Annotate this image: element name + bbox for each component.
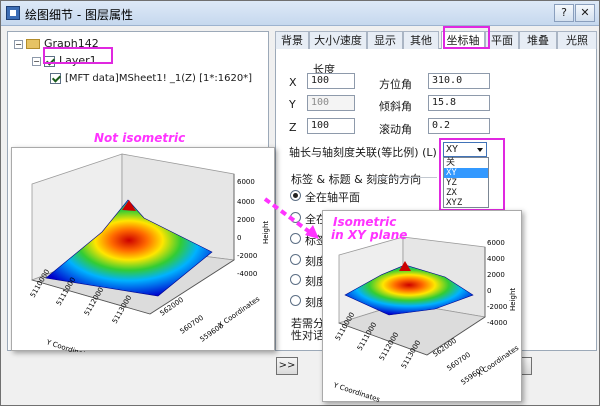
collapse-icon[interactable]: − <box>14 39 23 49</box>
app-icon <box>6 6 20 20</box>
z-tick-label: 2000 <box>487 271 505 279</box>
link-length-label: 轴长与轴刻度关联(等比例) (L) <box>289 146 437 159</box>
y-axis-title: Y Coordinates <box>331 381 381 403</box>
arrow-shaft <box>263 197 313 235</box>
dropdown-option-yz[interactable]: YZ <box>444 178 488 188</box>
inclination-label: 倾斜角 <box>379 100 412 113</box>
folder-icon <box>26 39 40 49</box>
x-length-input[interactable]: 100 <box>307 73 355 89</box>
z-tick-label: -2000 <box>487 303 507 311</box>
x-axis-label: X <box>289 76 297 89</box>
note-text-line-2: 性对话 <box>291 329 324 342</box>
y-axis-label: Y <box>289 98 296 111</box>
azimuth-label: 方位角 <box>379 78 412 91</box>
z-axis-label: Z <box>289 121 297 134</box>
z-tick-label: 4000 <box>237 198 255 206</box>
link-scale-options: 关 XY YZ ZX XYZ <box>443 157 489 208</box>
z-tick-label: -4000 <box>237 270 257 278</box>
radio-option-5[interactable] <box>290 274 301 285</box>
dropdown-option-zx[interactable]: ZX <box>444 188 488 198</box>
azimuth-input[interactable]: 310.0 <box>428 73 490 89</box>
tab-lighting[interactable]: 光照 <box>557 31 597 49</box>
tab-background[interactable]: 背景 <box>275 31 309 49</box>
isometric-plot-card: Isometric in XY plane 6000 4000 2000 0 -… <box>322 210 522 404</box>
layer-checkbox[interactable] <box>44 55 55 67</box>
roll-input[interactable]: 0.2 <box>428 118 490 134</box>
dropdown-option-off[interactable]: 关 <box>444 158 488 168</box>
chevron-down-icon[interactable] <box>477 148 483 152</box>
x-tick-label: 560700 <box>179 314 205 336</box>
non-isometric-3d-surface-plot: 6000 4000 2000 0 -2000 -4000 Height 5620… <box>29 153 270 361</box>
radio-option-4[interactable] <box>290 254 301 265</box>
plot-details-window: 绘图细节 - 图层属性 ? ✕ − Graph142 − Layer1 [MFT d… <box>0 0 600 406</box>
x-axis-title: X Coordinates <box>217 295 262 330</box>
group-divider <box>373 177 437 178</box>
graph-label: Graph142 <box>44 37 99 50</box>
window-title: 绘图细节 - 图层属性 <box>25 8 133 22</box>
roll-label: 滚动角 <box>379 123 412 136</box>
title-bar: 绘图细节 - 图层属性 ? ✕ <box>1 1 599 26</box>
tree-node-graph[interactable]: − Graph142 <box>14 36 99 52</box>
tree-node-layer[interactable]: − Layer1 <box>32 53 97 69</box>
data-plot-label: [MFT data]MSheet1! _1(Z) [1*:1620*] <box>65 73 253 84</box>
expand-button[interactable]: >> <box>276 357 298 375</box>
not-isometric-annotation: Not isometric <box>94 131 186 145</box>
z-axis-title: Height <box>509 288 517 311</box>
z-tick-label: 4000 <box>487 255 505 263</box>
z-tick-label: -2000 <box>237 252 257 260</box>
tab-axis[interactable]: 坐标轴 <box>441 31 485 50</box>
z-tick-label: 0 <box>237 234 241 242</box>
z-length-input[interactable]: 100 <box>307 118 355 134</box>
tab-strip: 背景 大小/速度 显示 其他 坐标轴 平面 堆叠 光照 <box>275 31 597 50</box>
x-axis-title: X Coordinates <box>476 344 521 379</box>
tab-other[interactable]: 其他 <box>403 31 439 49</box>
isometric-annotation-line-1: Isometric <box>333 215 397 229</box>
dropdown-selected-value: XY <box>446 144 459 155</box>
link-scale-dropdown[interactable]: XY <box>443 142 487 157</box>
dropdown-option-xyz[interactable]: XYZ <box>444 198 488 208</box>
pointer-arrow <box>263 197 319 239</box>
tab-size-speed[interactable]: 大小/速度 <box>309 31 367 49</box>
close-button[interactable]: ✕ <box>575 4 595 22</box>
z-tick-label: 0 <box>487 287 491 295</box>
layer-label: Layer1 <box>59 54 97 67</box>
z-tick-label: 2000 <box>237 216 255 224</box>
y-length-input[interactable]: 100 <box>307 95 355 111</box>
dropdown-option-xy[interactable]: XY <box>444 168 488 178</box>
data-checkbox[interactable] <box>50 72 61 84</box>
y-axis-title: Y Coordinates <box>44 338 94 352</box>
tree-node-data[interactable]: [MFT data]MSheet1! _1(Z) [1*:1620*] <box>50 71 252 87</box>
radio-option-6[interactable] <box>290 295 301 306</box>
tab-planes[interactable]: 平面 <box>485 31 519 49</box>
z-tick-label: 6000 <box>237 178 255 186</box>
direction-header: 标签 & 标题 & 刻度的方向 <box>291 173 422 186</box>
non-isometric-plot-card: 6000 4000 2000 0 -2000 -4000 Height 5620… <box>11 147 275 361</box>
inclination-input[interactable]: 15.8 <box>428 95 490 111</box>
help-button[interactable]: ? <box>554 4 574 22</box>
isometric-annotation-line-2: in XY plane <box>331 228 408 242</box>
z-tick-label: -4000 <box>487 319 507 327</box>
tab-stack[interactable]: 堆叠 <box>519 31 557 49</box>
tab-display[interactable]: 显示 <box>367 31 403 49</box>
z-tick-label: 6000 <box>487 239 505 247</box>
collapse-icon[interactable]: − <box>32 56 41 66</box>
x-tick-label: 560700 <box>446 351 472 373</box>
